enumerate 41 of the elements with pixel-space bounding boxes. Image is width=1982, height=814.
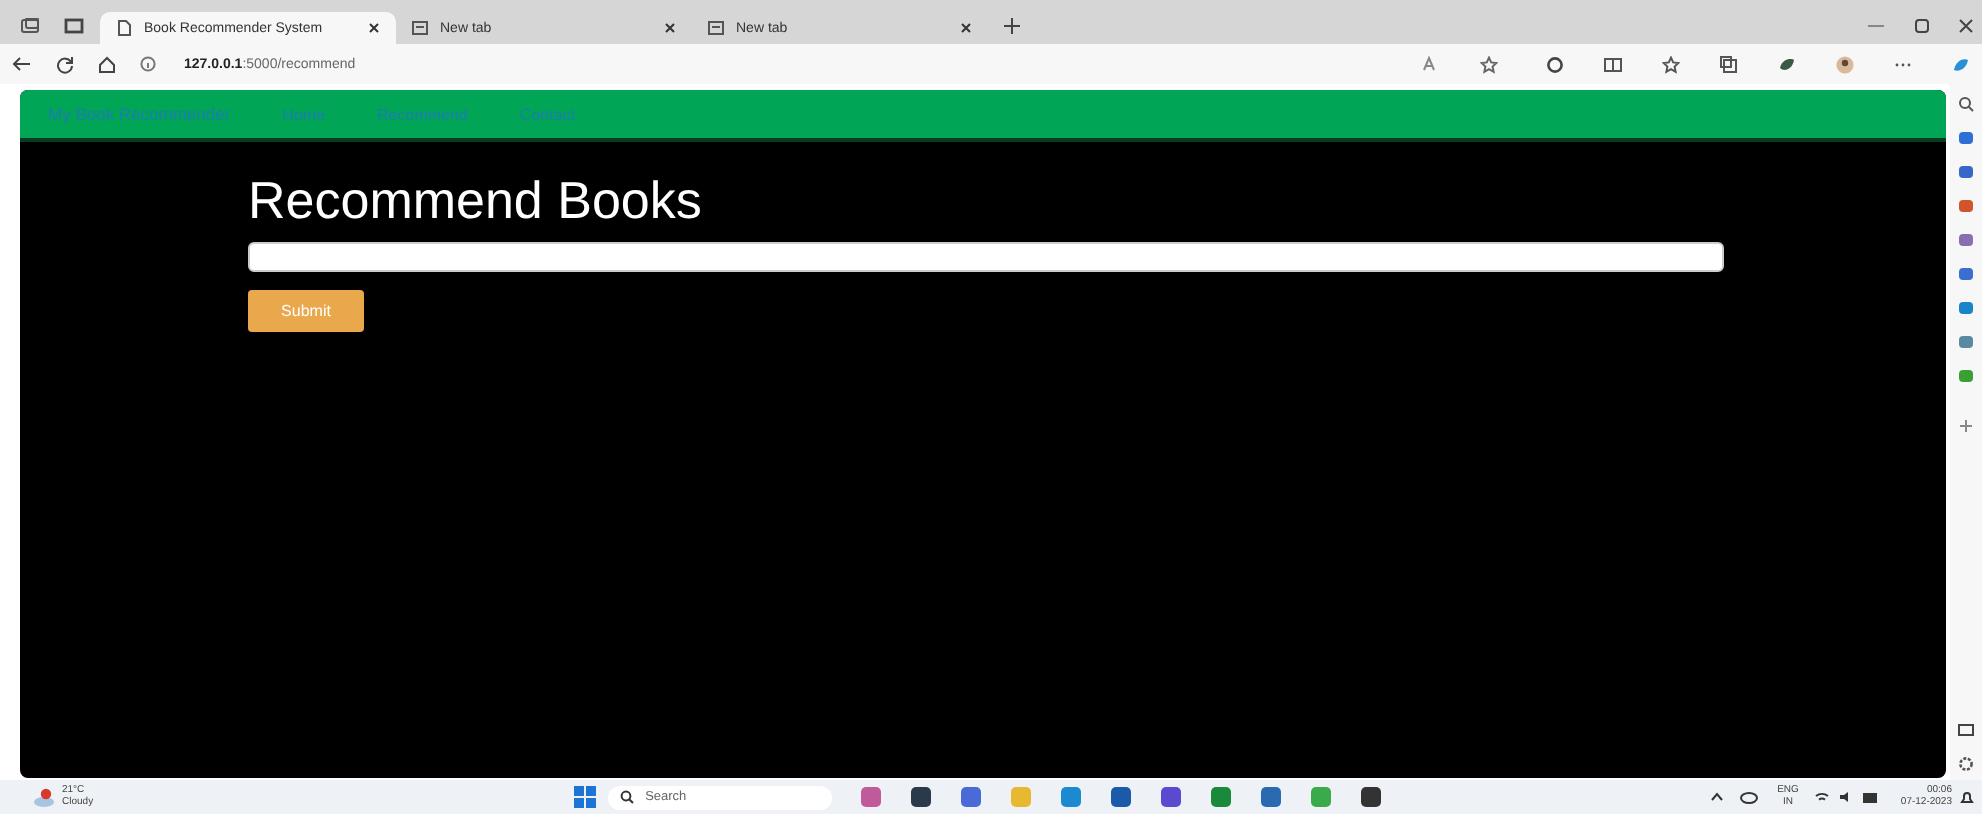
- new-tab-icon: [708, 20, 724, 36]
- close-icon[interactable]: [664, 22, 676, 34]
- book-input-field[interactable]: [248, 242, 1724, 272]
- leaf-icon[interactable]: [1778, 55, 1796, 73]
- settings-icon[interactable]: [1958, 756, 1974, 772]
- battery-icon[interactable]: [1862, 791, 1881, 803]
- new-tab-icon: [412, 20, 428, 36]
- new-tab-icon[interactable]: [1004, 18, 1020, 34]
- notification-icon[interactable]: [1960, 789, 1974, 805]
- app-icon[interactable]: [1109, 786, 1132, 808]
- close-icon[interactable]: [1958, 18, 1974, 34]
- tab-actions-icon: [20, 18, 40, 34]
- app-icon[interactable]: [1359, 786, 1382, 808]
- chevron-up-icon[interactable]: [1709, 790, 1724, 804]
- close-icon[interactable]: [368, 22, 380, 34]
- info-icon[interactable]: [140, 56, 156, 72]
- page-heading: Recommend Books: [248, 170, 704, 230]
- search-icon[interactable]: [1958, 96, 1974, 112]
- collections-icon[interactable]: [1720, 55, 1738, 73]
- maximize-icon[interactable]: [1914, 18, 1930, 34]
- refresh-icon[interactable]: [56, 55, 74, 73]
- profile-icon[interactable]: [1836, 55, 1854, 73]
- app-icon[interactable]: [1958, 164, 1974, 180]
- split-screen-icon[interactable]: [1604, 55, 1622, 73]
- start-icon[interactable]: [573, 786, 596, 808]
- favorites-icon[interactable]: [1662, 55, 1680, 73]
- wifi-icon[interactable]: [1814, 790, 1831, 804]
- cloud-icon[interactable]: [1739, 790, 1758, 804]
- close-icon[interactable]: [960, 22, 972, 34]
- weather-icon: [32, 787, 56, 807]
- page-icon: [116, 20, 132, 36]
- read-aloud-icon[interactable]: [1422, 55, 1440, 73]
- home-icon[interactable]: [98, 55, 116, 73]
- app-icon[interactable]: [1259, 786, 1282, 808]
- app-icon[interactable]: [909, 786, 932, 808]
- star-icon[interactable]: [1480, 55, 1498, 73]
- sidebar-toggle-icon[interactable]: [1958, 722, 1974, 738]
- search-icon: [619, 790, 634, 804]
- app-icon[interactable]: [1159, 786, 1182, 808]
- add-icon[interactable]: [1958, 418, 1974, 434]
- back-icon[interactable]: [12, 56, 32, 72]
